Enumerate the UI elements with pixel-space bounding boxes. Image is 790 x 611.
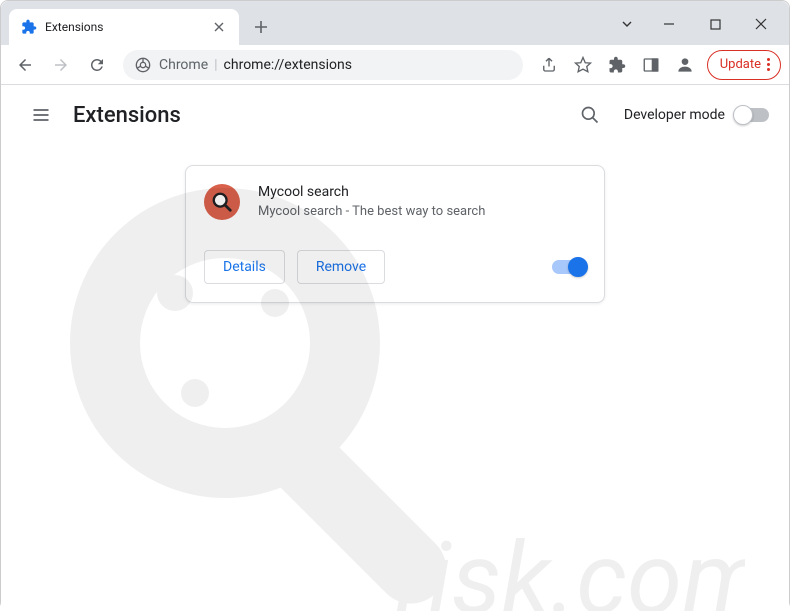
- close-button[interactable]: [741, 9, 781, 39]
- card-body: Mycool search Mycool search - The best w…: [186, 166, 604, 238]
- update-button[interactable]: Update: [707, 50, 781, 80]
- side-panel-icon[interactable]: [635, 49, 667, 81]
- extensions-grid: Mycool search Mycool search - The best w…: [1, 145, 789, 323]
- card-footer: Details Remove: [186, 238, 604, 302]
- minimize-button[interactable]: [649, 9, 689, 39]
- back-button[interactable]: [9, 49, 41, 81]
- developer-mode-label: Developer mode: [624, 107, 725, 123]
- extension-toggle[interactable]: [552, 260, 586, 274]
- extensions-icon[interactable]: [601, 49, 633, 81]
- page-title: Extensions: [73, 103, 181, 128]
- share-icon[interactable]: [533, 49, 565, 81]
- update-label: Update: [720, 57, 761, 72]
- developer-mode-toggle[interactable]: [735, 108, 769, 122]
- titlebar: Extensions: [1, 1, 789, 45]
- page-content: Extensions Developer mode Mycool search …: [1, 85, 789, 611]
- browser-tab[interactable]: Extensions: [9, 9, 239, 45]
- toolbar-actions: Update: [533, 49, 781, 81]
- maximize-button[interactable]: [695, 9, 735, 39]
- window-controls: [611, 9, 789, 39]
- menu-dots-icon: [767, 58, 770, 71]
- bookmark-icon[interactable]: [567, 49, 599, 81]
- close-icon[interactable]: [211, 19, 227, 35]
- search-button[interactable]: [572, 97, 608, 133]
- extension-icon: [204, 184, 240, 220]
- svg-text:risk.com: risk.com: [395, 521, 745, 611]
- address-bar[interactable]: Chrome | chrome://extensions: [123, 50, 523, 80]
- extension-description: Mycool search - The best way to search: [258, 204, 586, 219]
- profile-icon[interactable]: [669, 49, 701, 81]
- extension-card: Mycool search Mycool search - The best w…: [185, 165, 605, 303]
- address-text: Chrome | chrome://extensions: [159, 57, 352, 73]
- details-button[interactable]: Details: [204, 250, 285, 284]
- browser-toolbar: Chrome | chrome://extensions Update: [1, 45, 789, 85]
- chrome-icon: [135, 57, 151, 73]
- menu-button[interactable]: [21, 95, 61, 135]
- developer-mode: Developer mode: [624, 107, 769, 123]
- reload-button[interactable]: [81, 49, 113, 81]
- extension-name: Mycool search: [258, 184, 586, 200]
- puzzle-icon: [21, 19, 37, 35]
- new-tab-button[interactable]: [247, 13, 275, 41]
- addr-chip: Chrome: [159, 57, 208, 73]
- addr-url: chrome://extensions: [224, 57, 352, 73]
- tab-strip: Extensions: [1, 9, 611, 45]
- tab-title: Extensions: [45, 20, 211, 34]
- page-header: Extensions Developer mode: [1, 85, 789, 145]
- remove-button[interactable]: Remove: [297, 250, 385, 284]
- header-actions: Developer mode: [572, 97, 769, 133]
- extension-info: Mycool search Mycool search - The best w…: [258, 184, 586, 220]
- forward-button[interactable]: [45, 49, 77, 81]
- chevron-down-icon[interactable]: [611, 9, 643, 39]
